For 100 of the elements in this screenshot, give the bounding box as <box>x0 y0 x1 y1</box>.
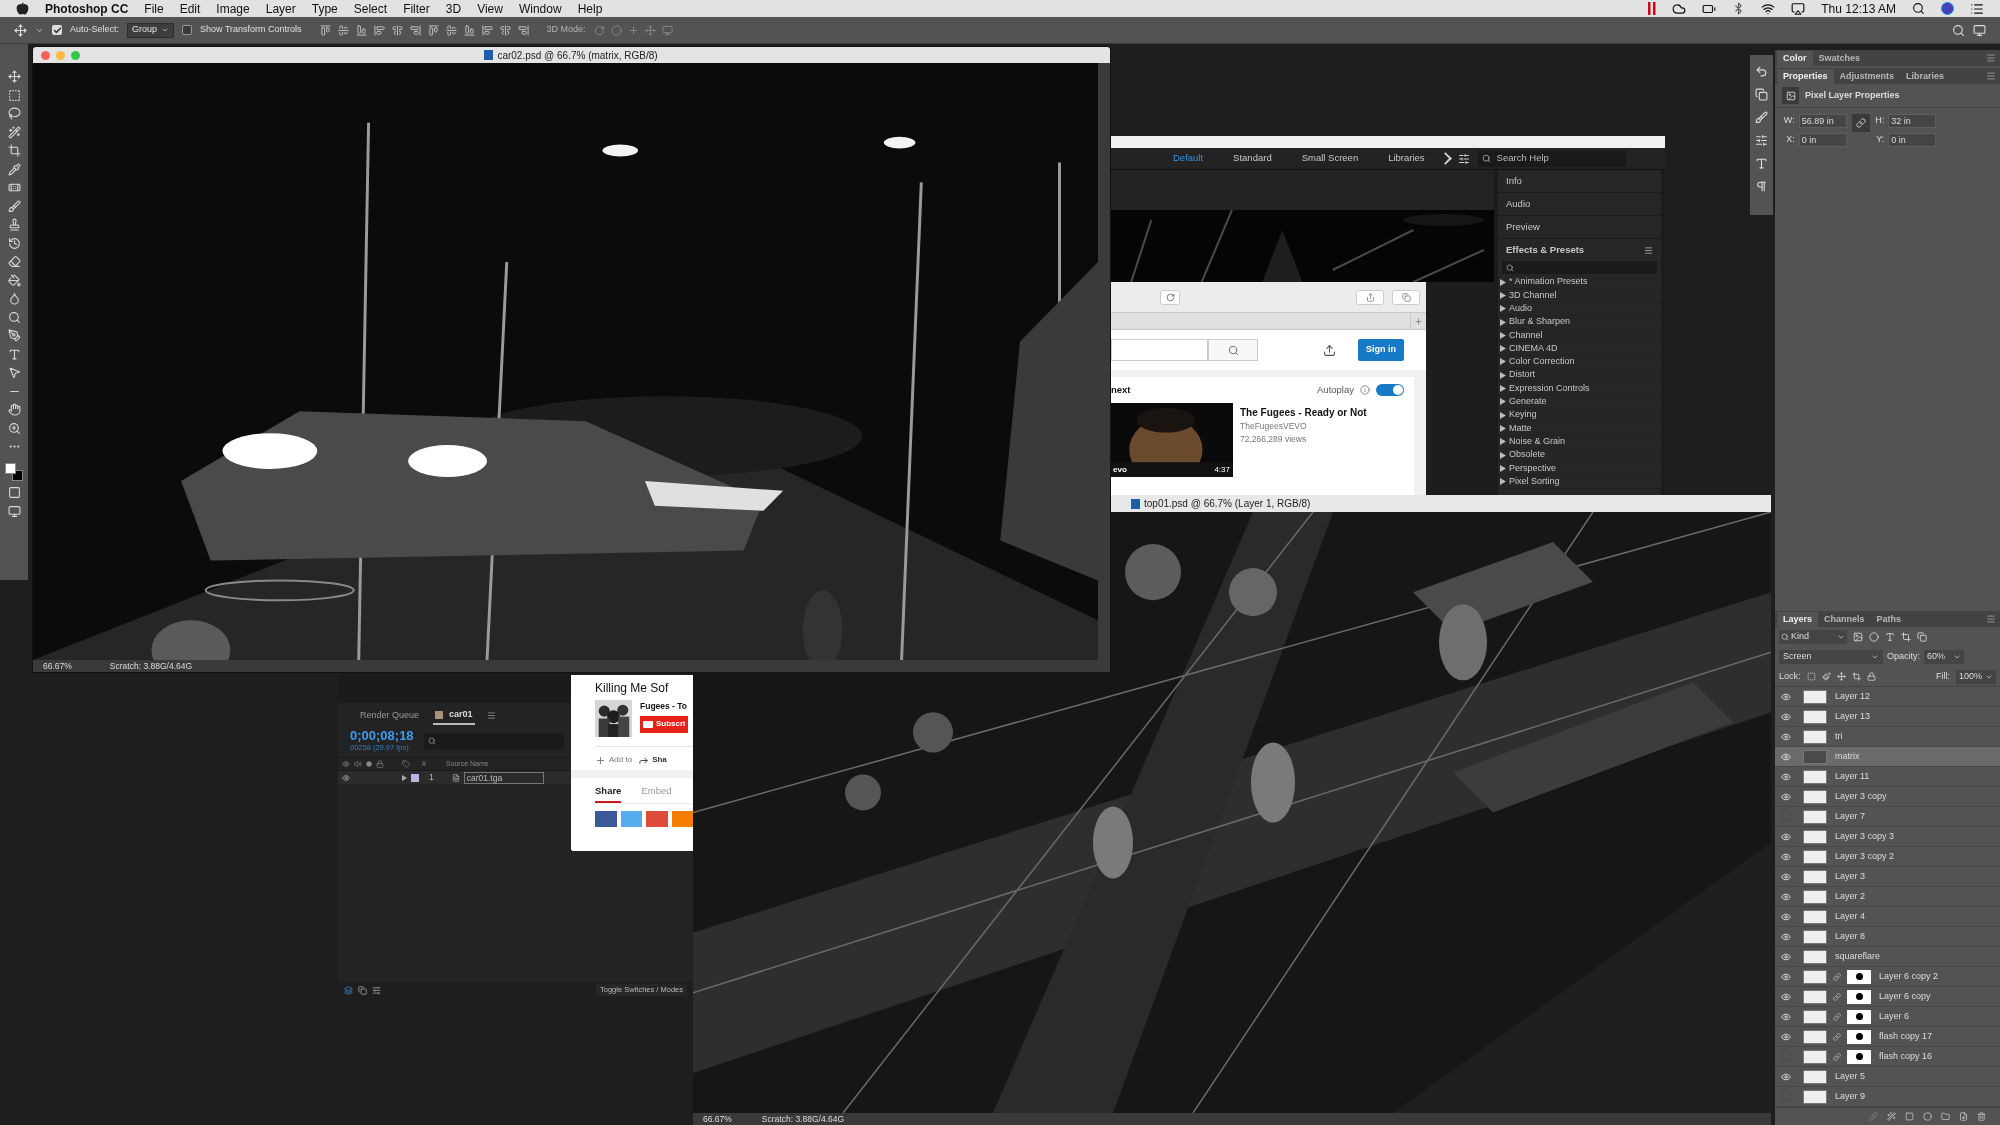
link-icon[interactable] <box>1833 972 1841 981</box>
eye-icon[interactable] <box>1781 851 1791 862</box>
layer-name[interactable]: matrix <box>1835 749 1860 764</box>
menu-item[interactable]: Edit <box>179 0 201 18</box>
layer-row[interactable]: Layer 3 copy 2 <box>1775 847 2000 867</box>
layer-row[interactable]: Layer 5 <box>1775 1067 2000 1087</box>
layer-name[interactable]: flash copy 16 <box>1879 1049 1933 1064</box>
align-icon[interactable] <box>373 24 385 36</box>
workspace-tab[interactable]: Default <box>1173 151 1204 166</box>
eye-icon[interactable] <box>1781 1011 1791 1022</box>
effect-category[interactable]: Audio <box>1509 302 1533 316</box>
link-icon[interactable] <box>1833 992 1841 1001</box>
move-icon[interactable] <box>7 70 21 83</box>
search-icon[interactable] <box>1912 2 1925 15</box>
effect-category[interactable]: Generate <box>1509 395 1547 409</box>
siri-icon[interactable] <box>1941 2 1954 15</box>
adjustment-icon[interactable] <box>1923 1112 1932 1121</box>
menu-item[interactable]: Layer <box>265 0 296 18</box>
effect-category[interactable]: CINEMA 4D <box>1509 341 1558 356</box>
effect-category[interactable]: Obsolete <box>1509 448 1546 462</box>
share-tab[interactable]: Share <box>595 784 622 804</box>
layer-row[interactable]: flash copy 17 <box>1775 1027 2000 1047</box>
opacity-field[interactable]: 60% <box>1924 650 1964 664</box>
layer-name[interactable]: Layer 11 <box>1835 769 1870 784</box>
move-icon[interactable] <box>1836 672 1846 681</box>
link-button[interactable] <box>1851 114 1870 132</box>
filter-icon[interactable] <box>1885 632 1895 642</box>
folder-icon[interactable] <box>1941 1112 1950 1121</box>
search-field[interactable] <box>423 733 564 749</box>
align-icon[interactable] <box>427 24 439 36</box>
upload-icon[interactable] <box>1323 343 1336 357</box>
apple-icon[interactable] <box>16 2 29 15</box>
effect-category[interactable]: 3D Channel <box>1509 288 1557 303</box>
social-share-icon[interactable] <box>646 811 668 828</box>
lasso-icon[interactable] <box>7 107 21 120</box>
filter-icon[interactable] <box>1869 632 1879 642</box>
eye-icon[interactable] <box>1781 751 1791 762</box>
effect-category[interactable]: Color Correction <box>1509 355 1575 369</box>
menu-icon[interactable] <box>1644 245 1653 255</box>
layer-row[interactable]: squareflare <box>1775 947 2000 967</box>
panel-tab[interactable]: Libraries <box>1900 69 1951 84</box>
eye-icon[interactable] <box>1781 791 1791 802</box>
panel-header[interactable]: Audio <box>1498 193 1661 215</box>
eye-icon[interactable] <box>1781 771 1791 782</box>
checkbox[interactable] <box>182 25 193 35</box>
layer-row[interactable]: Layer 6 copy 2 <box>1775 967 2000 987</box>
layer-name[interactable]: Layer 2 <box>1835 889 1866 904</box>
brush-icon[interactable] <box>1821 672 1831 681</box>
eye-icon[interactable] <box>1781 871 1791 882</box>
type-icon[interactable] <box>1755 157 1768 170</box>
eye-icon[interactable] <box>1781 1071 1791 1082</box>
history-brush-icon[interactable] <box>7 236 21 250</box>
layer-name[interactable]: Layer 6 <box>1879 1009 1910 1024</box>
zoom-icon[interactable] <box>7 421 21 435</box>
fill-field[interactable]: 100% <box>1956 669 1996 684</box>
dimension-field[interactable]: 0 in <box>1888 133 1937 147</box>
mask-icon[interactable] <box>1905 1112 1914 1121</box>
paint-bucket-icon[interactable] <box>7 273 21 287</box>
align-icon[interactable] <box>319 24 331 36</box>
layer-name[interactable]: Layer 4 <box>1835 909 1866 924</box>
channel-name[interactable]: Fugees - To <box>640 700 689 713</box>
layer-name[interactable]: Layer 6 copy <box>1879 989 1931 1004</box>
layer-name[interactable]: tri <box>1835 729 1843 744</box>
eye-icon[interactable] <box>342 760 350 768</box>
menu-item[interactable]: View <box>477 0 503 18</box>
layer-name[interactable]: Layer 12 <box>1835 689 1871 704</box>
menu-item[interactable]: Filter <box>403 0 430 18</box>
layer-name[interactable]: flash copy 17 <box>1879 1029 1933 1044</box>
subscribe-button[interactable]: Subscri <box>640 715 689 733</box>
eye-icon[interactable] <box>1781 891 1791 902</box>
layer-name[interactable]: Layer 3 copy 3 <box>1835 829 1895 844</box>
menu-icon[interactable] <box>486 711 496 720</box>
droplet-icon[interactable] <box>7 292 21 305</box>
eye-icon[interactable] <box>1781 731 1791 742</box>
move-icon[interactable] <box>14 23 27 37</box>
align-icon[interactable] <box>409 24 421 36</box>
autoplay-toggle[interactable] <box>1376 384 1404 396</box>
lock-pixels-icon[interactable] <box>1806 672 1816 681</box>
panel-header[interactable]: Preview <box>1498 216 1661 238</box>
pause-icon[interactable] <box>1648 2 1657 15</box>
dimension-field[interactable]: 32 in <box>1888 114 1937 128</box>
effect-category[interactable]: Expression Controls <box>1509 381 1590 396</box>
sliders-icon[interactable] <box>1457 152 1470 165</box>
composition-icon[interactable] <box>344 985 353 995</box>
eraser-icon[interactable] <box>7 255 21 268</box>
layer-name[interactable]: Layer 6 copy 2 <box>1879 969 1939 984</box>
align-icon[interactable] <box>355 24 367 36</box>
new-layer-icon[interactable] <box>1959 1112 1968 1121</box>
undo-icon[interactable] <box>1755 65 1768 78</box>
pointer-icon[interactable] <box>7 366 21 379</box>
artboard-icon[interactable] <box>1851 672 1861 681</box>
list-icon[interactable] <box>1970 1 1984 16</box>
stamp-icon[interactable] <box>7 218 21 231</box>
layer-row[interactable]: Layer 8 <box>1775 927 2000 947</box>
color-swatches-icon[interactable] <box>5 462 23 481</box>
zoom-level[interactable]: 66.67% <box>43 659 72 672</box>
crop-icon[interactable] <box>7 144 21 157</box>
solo-icon[interactable] <box>366 761 372 767</box>
eyedropper-icon[interactable] <box>7 162 21 176</box>
type-icon[interactable] <box>7 347 21 361</box>
